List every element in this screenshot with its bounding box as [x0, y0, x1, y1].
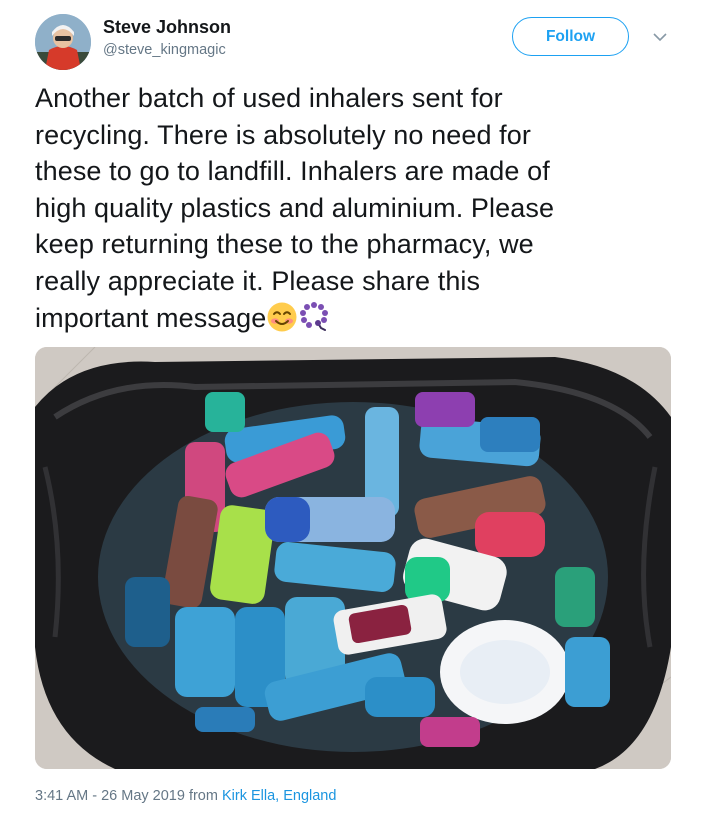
tweet-photo[interactable]: [35, 347, 671, 769]
author-name[interactable]: Steve Johnson: [103, 17, 231, 38]
follow-button[interactable]: Follow: [512, 17, 629, 56]
prayer-beads-icon: [298, 301, 330, 333]
author-handle[interactable]: @steve_kingmagic: [103, 42, 226, 58]
avatar[interactable]: [35, 14, 91, 70]
chevron-down-icon[interactable]: [651, 29, 669, 45]
tweet-body: Another batch of used inhalers sent for …: [35, 83, 555, 333]
smiling-face-icon: [266, 301, 298, 333]
avatar-image: [35, 14, 91, 70]
tweet-footer: 3:41 AM - 26 May 2019 from Kirk Ella, En…: [35, 788, 336, 804]
tweet-text: Another batch of used inhalers sent for …: [35, 80, 685, 336]
inhalers-bin-image: [35, 347, 671, 769]
tweet-location-link[interactable]: Kirk Ella, England: [222, 788, 336, 804]
tweet-timestamp[interactable]: 3:41 AM - 26 May 2019 from: [35, 788, 218, 804]
